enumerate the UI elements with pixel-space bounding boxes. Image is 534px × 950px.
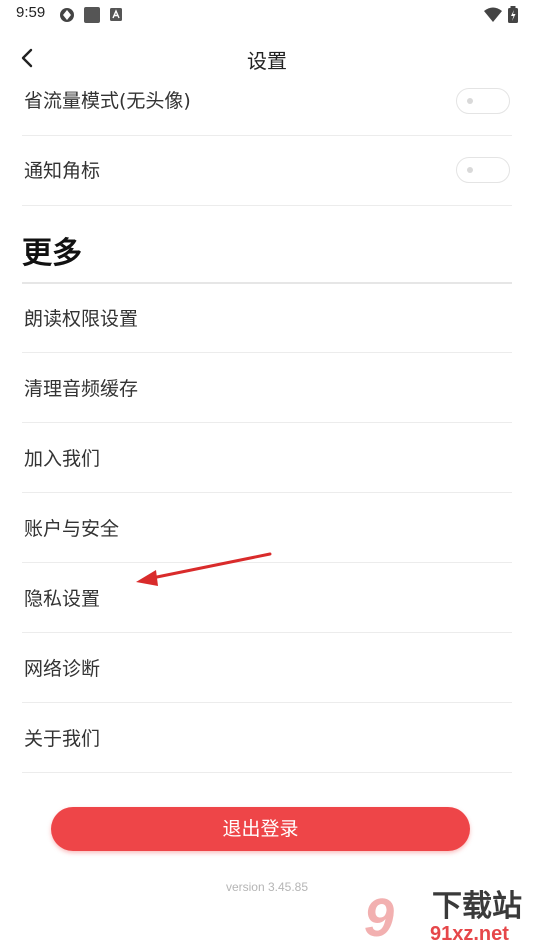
watermark-big-number: 9 — [364, 888, 395, 948]
toggle-knob — [467, 98, 473, 104]
list-item[interactable]: 清理音频缓存 — [22, 353, 512, 423]
logout-button[interactable]: 退出登录 — [51, 807, 470, 851]
list-item-label: 账户与安全 — [24, 518, 120, 540]
watermark-url: 91xz.net — [430, 923, 509, 945]
list-item-label: 网络诊断 — [24, 658, 101, 680]
section-header-more: 更多 — [22, 228, 512, 284]
list-item-label: 加入我们 — [24, 448, 101, 470]
data-saver-toggle[interactable] — [456, 88, 510, 114]
square-icon — [83, 6, 101, 28]
list-item[interactable]: 关于我们 — [22, 703, 512, 773]
list-item-label: 朗读权限设置 — [24, 308, 139, 330]
toggle-knob — [467, 167, 473, 173]
app-notification-icon — [58, 6, 76, 28]
badge-toggle[interactable] — [456, 157, 510, 183]
setting-row-data-saver[interactable]: 省流量模式(无头像) — [22, 80, 512, 136]
battery-icon — [507, 6, 519, 28]
list-item[interactable]: 网络诊断 — [22, 633, 512, 703]
list-item[interactable]: 加入我们 — [22, 423, 512, 493]
list-item-label: 关于我们 — [24, 728, 101, 750]
status-time: 9:59 — [16, 4, 46, 21]
setting-row-badge[interactable]: 通知角标 — [22, 136, 512, 206]
setting-label: 通知角标 — [24, 160, 101, 182]
list-item-label: 隐私设置 — [24, 588, 101, 610]
list-item-label: 清理音频缓存 — [24, 378, 139, 400]
list-item[interactable]: 朗读权限设置 — [22, 283, 512, 353]
setting-label: 省流量模式(无头像) — [24, 90, 191, 112]
section-title: 更多 — [22, 236, 82, 271]
list-item[interactable]: 隐私设置 — [22, 563, 512, 633]
app-header: 设置 — [0, 36, 534, 80]
watermark-text: 下载站 — [432, 889, 522, 924]
wifi-icon — [483, 6, 503, 28]
status-bar: 9:59 — [0, 0, 534, 28]
a-icon — [109, 6, 123, 26]
page-title: 设置 — [247, 49, 287, 73]
watermark-logo: 9 下载站 91xz.net — [360, 888, 534, 950]
list-item[interactable]: 账户与安全 — [22, 493, 512, 563]
